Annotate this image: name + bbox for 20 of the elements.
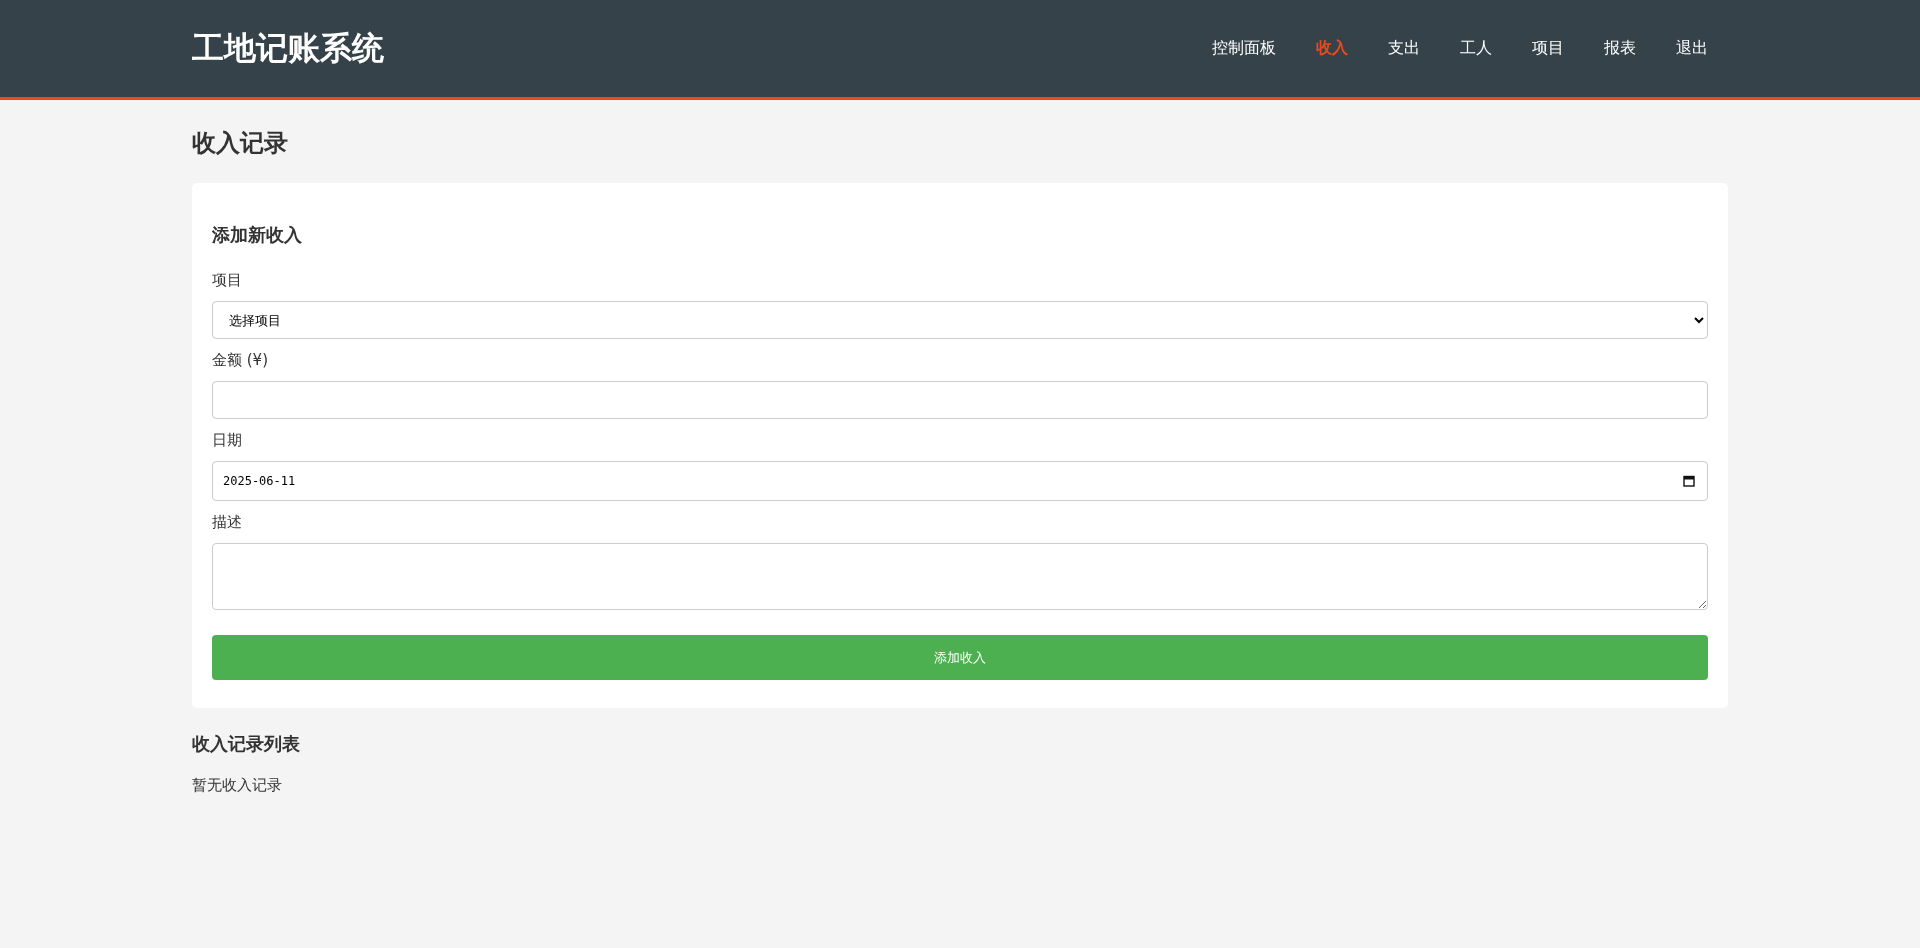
select-field[interactable]: 选择项目 xyxy=(212,301,1708,339)
page-title: 收入记录 xyxy=(192,128,289,159)
site-title: 工地记账系统 xyxy=(192,27,384,69)
input-field[interactable] xyxy=(212,381,1708,419)
field-label: 金额 (¥) xyxy=(212,351,269,369)
nav-link[interactable]: 控制面板 xyxy=(1212,38,1276,59)
section-title: 收入记录列表 xyxy=(192,732,301,756)
field-label: 日期 xyxy=(212,431,243,449)
nav-link[interactable]: 工人 xyxy=(1460,38,1492,59)
nav-link[interactable]: 报表 xyxy=(1604,38,1636,59)
nav-link[interactable]: 项目 xyxy=(1532,38,1564,59)
calendar-icon[interactable] xyxy=(1683,475,1695,487)
nav-link[interactable]: 支出 xyxy=(1388,38,1420,59)
empty-message: 暂无收入记录 xyxy=(192,776,283,795)
field-label: 项目 xyxy=(212,271,243,289)
text-area[interactable] xyxy=(212,543,1708,610)
form-title: 添加新收入 xyxy=(212,223,303,247)
nav-link[interactable]: 退出 xyxy=(1676,38,1708,59)
date-field[interactable]: 2025-06-11 xyxy=(212,461,1708,501)
field-label: 描述 xyxy=(212,513,243,531)
